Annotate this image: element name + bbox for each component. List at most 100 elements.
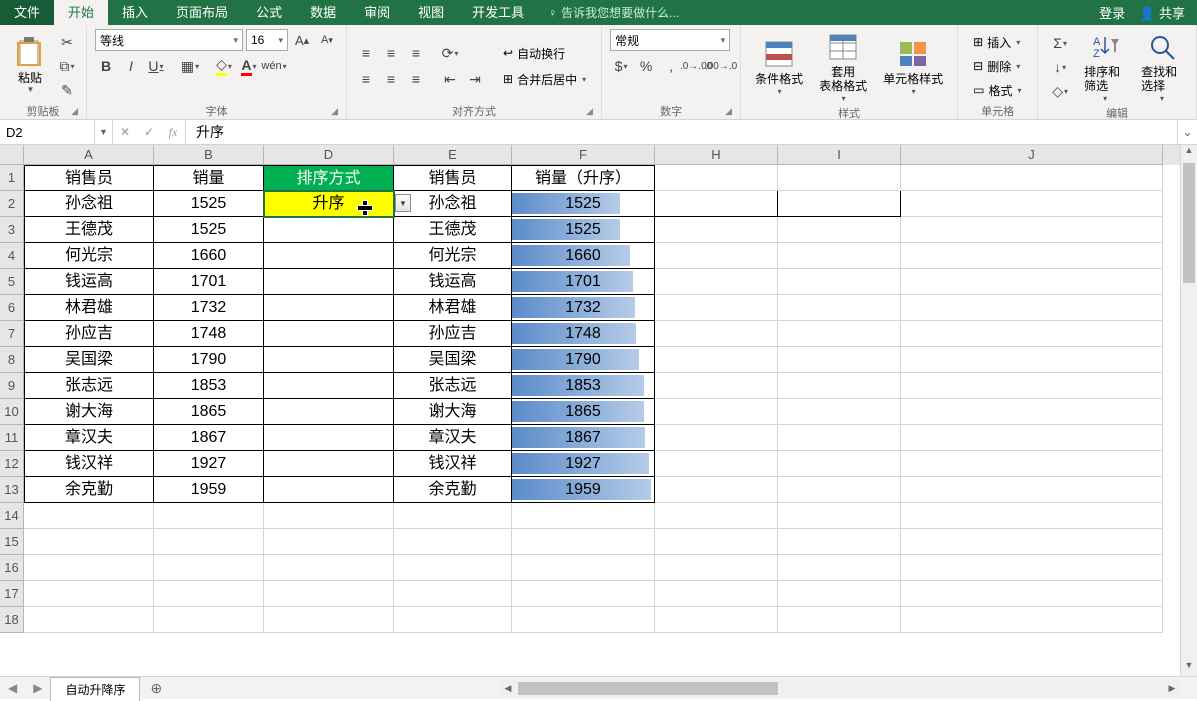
format-cells-button[interactable]: ▭格式▾ [966, 79, 1028, 101]
cell[interactable] [655, 243, 778, 269]
cell[interactable] [154, 581, 264, 607]
increase-font-button[interactable]: A▴ [291, 29, 313, 51]
data-validation-dropdown[interactable]: ▼ [395, 194, 411, 212]
cell[interactable]: 1853 [154, 373, 264, 399]
cell[interactable] [901, 581, 1163, 607]
cell[interactable] [901, 425, 1163, 451]
row-header[interactable]: 14 [0, 503, 24, 529]
cell[interactable] [154, 503, 264, 529]
cell[interactable] [512, 607, 655, 633]
row-header[interactable]: 15 [0, 529, 24, 555]
cell[interactable]: 钱汉祥 [394, 451, 512, 477]
cell[interactable] [264, 295, 394, 321]
cell[interactable] [154, 555, 264, 581]
cell[interactable] [778, 321, 901, 347]
cell[interactable]: 孙应吉 [24, 321, 154, 347]
insert-function-button[interactable]: fx [161, 125, 185, 140]
increase-indent-button[interactable]: ⇥ [464, 68, 486, 90]
cell[interactable] [901, 373, 1163, 399]
scroll-thumb[interactable] [1183, 163, 1195, 283]
name-box-dropdown[interactable]: ▼ [95, 120, 113, 144]
font-color-button[interactable]: A▾ [238, 55, 260, 77]
cell[interactable] [778, 607, 901, 633]
tab-devtools[interactable]: 开发工具 [458, 0, 538, 25]
cell[interactable] [264, 243, 394, 269]
cell[interactable] [901, 529, 1163, 555]
border-button[interactable]: ▦▾ [179, 55, 201, 77]
autosum-button[interactable]: Σ▾ [1046, 32, 1074, 54]
row-header[interactable]: 3 [0, 217, 24, 243]
row-header[interactable]: 7 [0, 321, 24, 347]
sort-filter-button[interactable]: AZ 排序和筛选▾ [1078, 29, 1131, 105]
cell[interactable] [24, 555, 154, 581]
cell[interactable]: 章汉夫 [394, 425, 512, 451]
cell[interactable]: 张志远 [394, 373, 512, 399]
sheet-tab-active[interactable]: 自动升降序 [50, 677, 140, 701]
tab-file[interactable]: 文件 [0, 0, 54, 25]
cell[interactable]: 销售员 [24, 165, 154, 191]
italic-button[interactable]: I [120, 55, 142, 77]
cell[interactable] [655, 191, 778, 217]
cell[interactable]: 1701 [154, 269, 264, 295]
cell[interactable] [264, 321, 394, 347]
cell[interactable] [901, 295, 1163, 321]
cell[interactable]: 谢大海 [24, 399, 154, 425]
cell[interactable]: 吴国梁 [394, 347, 512, 373]
paste-button[interactable]: 粘贴▼ [8, 35, 52, 97]
tab-review[interactable]: 审阅 [350, 0, 404, 25]
cell[interactable] [901, 217, 1163, 243]
cell[interactable] [778, 555, 901, 581]
find-select-button[interactable]: 查找和选择▾ [1135, 29, 1188, 105]
wrap-text-button[interactable]: ↩自动换行 [496, 42, 593, 64]
tab-page-layout[interactable]: 页面布局 [162, 0, 242, 25]
horizontal-scrollbar[interactable]: ◀ ▶ [500, 680, 1180, 697]
cell[interactable] [24, 581, 154, 607]
cell[interactable]: 1867 [154, 425, 264, 451]
row-header[interactable]: 11 [0, 425, 24, 451]
cell[interactable]: 孙应吉 [394, 321, 512, 347]
comma-button[interactable]: , [660, 55, 682, 77]
cell[interactable] [655, 503, 778, 529]
copy-button[interactable]: ⧉▾ [56, 55, 78, 77]
cell[interactable] [778, 347, 901, 373]
tab-home[interactable]: 开始 [54, 0, 108, 25]
cell[interactable] [24, 503, 154, 529]
align-right-button[interactable]: ≡ [405, 68, 427, 90]
cell[interactable] [655, 477, 778, 503]
cell[interactable] [655, 347, 778, 373]
cell[interactable] [512, 503, 655, 529]
cell[interactable] [394, 607, 512, 633]
cell[interactable]: 1853 [512, 373, 655, 399]
tab-insert[interactable]: 插入 [108, 0, 162, 25]
cell[interactable]: 谢大海 [394, 399, 512, 425]
cell[interactable] [264, 581, 394, 607]
expand-formula-bar-button[interactable]: ⌄ [1177, 120, 1197, 144]
cell[interactable]: 销售员 [394, 165, 512, 191]
cell-styles-button[interactable]: 单元格样式▾ [877, 36, 949, 98]
cell[interactable]: 何光宗 [24, 243, 154, 269]
cell[interactable]: 销量 [154, 165, 264, 191]
cell[interactable] [154, 529, 264, 555]
column-header[interactable]: I [778, 145, 901, 165]
cell[interactable] [901, 269, 1163, 295]
tell-me-search[interactable]: ♀ 告诉我您想要做什么... [538, 4, 689, 21]
row-header[interactable]: 5 [0, 269, 24, 295]
cell[interactable] [394, 503, 512, 529]
row-header[interactable]: 10 [0, 399, 24, 425]
cell[interactable]: 王德茂 [24, 217, 154, 243]
column-header[interactable]: B [154, 145, 264, 165]
align-bottom-button[interactable]: ≡ [405, 42, 427, 64]
font-name-combo[interactable]: 等线▾ [95, 29, 243, 51]
cell[interactable] [778, 269, 901, 295]
cell[interactable] [264, 555, 394, 581]
insert-cells-button[interactable]: ⊞插入▾ [966, 31, 1028, 53]
cell[interactable] [778, 399, 901, 425]
column-header[interactable]: E [394, 145, 512, 165]
cell[interactable]: 1660 [512, 243, 655, 269]
cell[interactable] [655, 425, 778, 451]
cell[interactable] [901, 243, 1163, 269]
cell[interactable] [778, 165, 901, 191]
cell[interactable] [655, 581, 778, 607]
cell[interactable] [512, 529, 655, 555]
cell[interactable] [655, 451, 778, 477]
